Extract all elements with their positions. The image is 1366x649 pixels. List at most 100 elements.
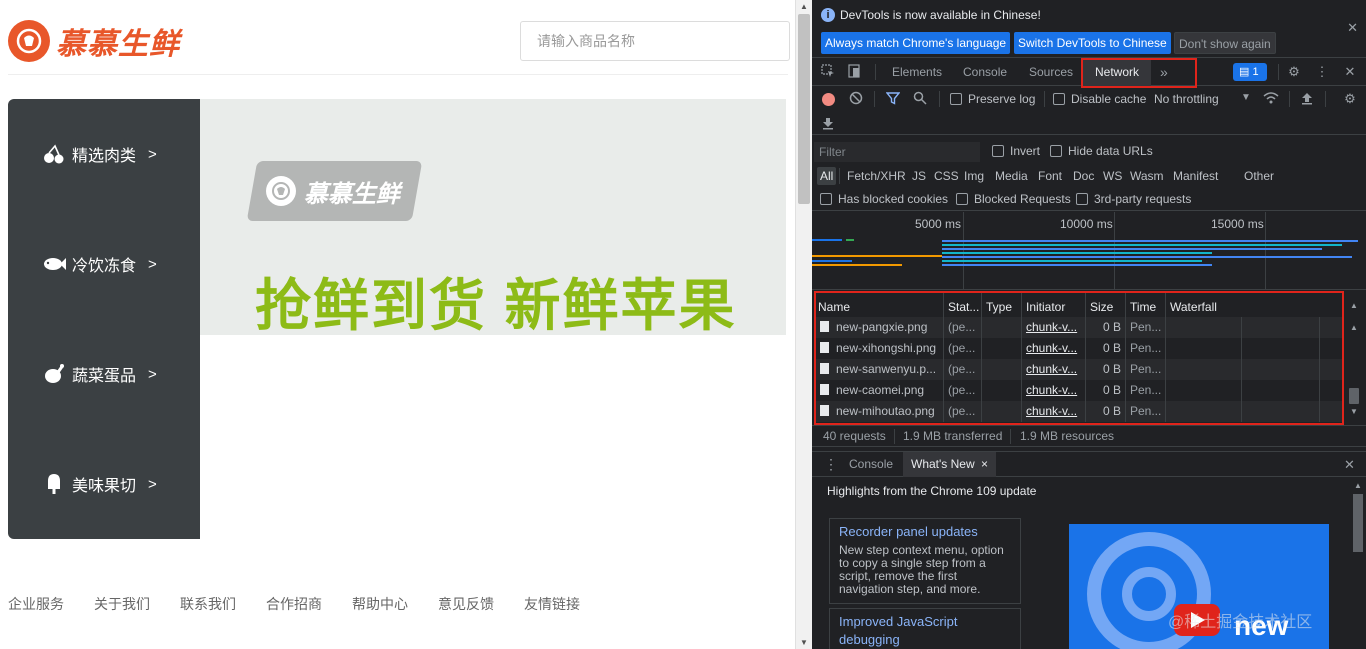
kebab-menu-icon[interactable]: ⋮ [1314, 64, 1330, 80]
request-initiator-link[interactable]: chunk-v... [1022, 401, 1086, 422]
feature-card-title[interactable]: Recorder panel updates [839, 523, 1011, 541]
footer-link[interactable]: 关于我们 [94, 594, 150, 614]
disable-cache-label: Disable cache [1071, 92, 1147, 106]
blocked-cookies-checkbox[interactable] [820, 193, 832, 205]
category-item-fruit[interactable]: 美味果切 > [42, 472, 157, 496]
tab-console[interactable]: Console [963, 58, 1007, 86]
type-filter-font[interactable]: Font [1035, 167, 1065, 185]
request-type-cell [982, 359, 1022, 380]
site-logo[interactable]: 慕慕生鲜 [8, 20, 180, 62]
product-search-input[interactable] [520, 21, 790, 61]
type-filter-ws[interactable]: WS [1100, 167, 1125, 185]
scrollbar-thumb[interactable] [798, 14, 810, 204]
issues-badge[interactable]: ▤ 1 [1233, 63, 1267, 81]
type-filter-css[interactable]: CSS [931, 167, 962, 185]
table-row[interactable]: new-sanwenyu.p... (pe... chunk-v... 0 B … [814, 359, 1344, 380]
dont-show-again-button[interactable]: Don't show again [1174, 32, 1276, 54]
type-filter-manifest[interactable]: Manifest [1170, 167, 1221, 185]
footer-link[interactable]: 帮助中心 [352, 594, 408, 614]
record-icon[interactable] [822, 93, 835, 106]
request-initiator-link[interactable]: chunk-v... [1022, 338, 1086, 359]
inspect-element-icon[interactable] [820, 64, 836, 80]
whats-new-scrollbar[interactable]: ▲ [1350, 478, 1366, 649]
footer-link[interactable]: 联系我们 [180, 594, 236, 614]
switch-to-chinese-button[interactable]: Switch DevTools to Chinese [1014, 32, 1171, 54]
drawer-tabbar: ⋮ Console What's New × ✕ [812, 451, 1366, 477]
more-tabs-icon[interactable]: » [1160, 58, 1168, 86]
export-har-icon[interactable] [820, 116, 836, 132]
type-filter-all[interactable]: All [817, 167, 837, 185]
blocked-requests-checkbox[interactable] [956, 193, 968, 205]
network-overview-timeline[interactable]: 5000 ms 10000 ms 15000 ms [812, 212, 1366, 290]
type-filter-fetch-xhr[interactable]: Fetch/XHR [844, 167, 909, 185]
promo-banner[interactable]: 慕慕生鲜 抢鲜到货 新鲜苹果 [200, 99, 786, 335]
footer-link[interactable]: 合作招商 [266, 594, 322, 614]
scrollbar-thumb[interactable] [1353, 494, 1363, 552]
hide-data-urls-checkbox[interactable] [1050, 145, 1062, 157]
category-item-meat[interactable]: 精选肉类 > [42, 142, 157, 166]
match-language-button[interactable]: Always match Chrome's language [821, 32, 1011, 54]
type-filter-media[interactable]: Media [992, 167, 1031, 185]
drawer-menu-icon[interactable]: ⋮ [824, 452, 838, 477]
footer-link[interactable]: 意见反馈 [438, 594, 494, 614]
request-initiator-link[interactable]: chunk-v... [1022, 317, 1086, 338]
chevron-right-icon: > [148, 365, 157, 383]
scroll-down-arrow-icon[interactable]: ▼ [800, 638, 808, 647]
scrollbar-thumb[interactable] [1349, 388, 1359, 404]
footer-link[interactable]: 企业服务 [8, 594, 64, 614]
request-type-cell [982, 317, 1022, 338]
clear-icon[interactable] [848, 91, 864, 107]
drawer-tab-console[interactable]: Console [849, 452, 893, 477]
filter-input[interactable] [814, 142, 980, 162]
type-filter-doc[interactable]: Doc [1070, 167, 1097, 185]
type-filter-other[interactable]: Other [1241, 167, 1277, 185]
type-filter-js[interactable]: JS [909, 167, 929, 185]
feature-card[interactable]: Recorder panel updates New step context … [829, 518, 1021, 604]
toolbar-separator [939, 91, 940, 107]
popsicle-icon [42, 472, 66, 496]
import-har-icon[interactable] [1299, 91, 1315, 107]
drawer-tab-whats-new[interactable]: What's New × [903, 452, 996, 477]
category-item-vegetables[interactable]: 蔬菜蛋品 > [42, 362, 157, 386]
invert-checkbox[interactable] [992, 145, 1004, 157]
table-row[interactable]: new-pangxie.png (pe... chunk-v... 0 B Pe… [814, 317, 1344, 338]
close-drawer-icon[interactable]: ✕ [1344, 452, 1355, 477]
scroll-down-arrow-icon[interactable]: ▼ [1350, 407, 1358, 416]
disable-cache-checkbox[interactable] [1053, 93, 1065, 105]
table-scrollbar[interactable]: ▲ ▲ ▼ [1346, 291, 1362, 424]
close-tab-icon[interactable]: × [981, 457, 988, 471]
category-item-frozen[interactable]: 冷饮冻食 > [42, 252, 157, 276]
network-conditions-icon[interactable] [1263, 91, 1279, 107]
preserve-log-checkbox[interactable] [950, 93, 962, 105]
throttling-select[interactable]: No throttling [1154, 92, 1219, 106]
request-initiator-link[interactable]: chunk-v... [1022, 380, 1086, 401]
device-toolbar-icon[interactable] [846, 64, 862, 80]
scroll-up-arrow-icon[interactable]: ▲ [1354, 481, 1362, 490]
footer-link[interactable]: 友情链接 [524, 594, 580, 614]
table-row[interactable]: new-mihoutao.png (pe... chunk-v... 0 B P… [814, 401, 1344, 422]
filter-icon[interactable] [885, 91, 901, 107]
timeline-bar [942, 252, 1212, 254]
chevron-down-icon[interactable]: ▼ [1241, 92, 1251, 103]
close-devtools-icon[interactable]: ✕ [1342, 64, 1358, 80]
tab-elements[interactable]: Elements [892, 58, 942, 86]
scroll-up-arrow-icon[interactable]: ▲ [1350, 323, 1358, 332]
fish-icon [42, 252, 66, 276]
close-icon[interactable]: ✕ [1347, 20, 1358, 36]
scroll-up-arrow-icon[interactable]: ▲ [800, 2, 808, 11]
tab-sources[interactable]: Sources [1029, 58, 1073, 86]
type-filter-wasm[interactable]: Wasm [1127, 167, 1167, 185]
table-row[interactable]: new-xihongshi.png (pe... chunk-v... 0 B … [814, 338, 1344, 359]
network-settings-icon[interactable]: ⚙ [1342, 91, 1358, 107]
page-scrollbar[interactable]: ▲ ▼ [795, 0, 812, 649]
table-row[interactable]: new-caomei.png (pe... chunk-v... 0 B Pen… [814, 380, 1344, 401]
scroll-up-arrow-icon[interactable]: ▲ [1350, 301, 1358, 310]
gear-icon[interactable]: ⚙ [1286, 64, 1302, 80]
feature-card-title[interactable]: Improved JavaScript debugging [839, 613, 1011, 649]
feature-card[interactable]: Improved JavaScript debugging [829, 608, 1021, 649]
third-party-checkbox[interactable] [1076, 193, 1088, 205]
type-filter-img[interactable]: Img [961, 167, 987, 185]
request-initiator-link[interactable]: chunk-v... [1022, 359, 1086, 380]
search-icon[interactable] [912, 91, 928, 107]
tab-network[interactable]: Network [1083, 58, 1152, 86]
